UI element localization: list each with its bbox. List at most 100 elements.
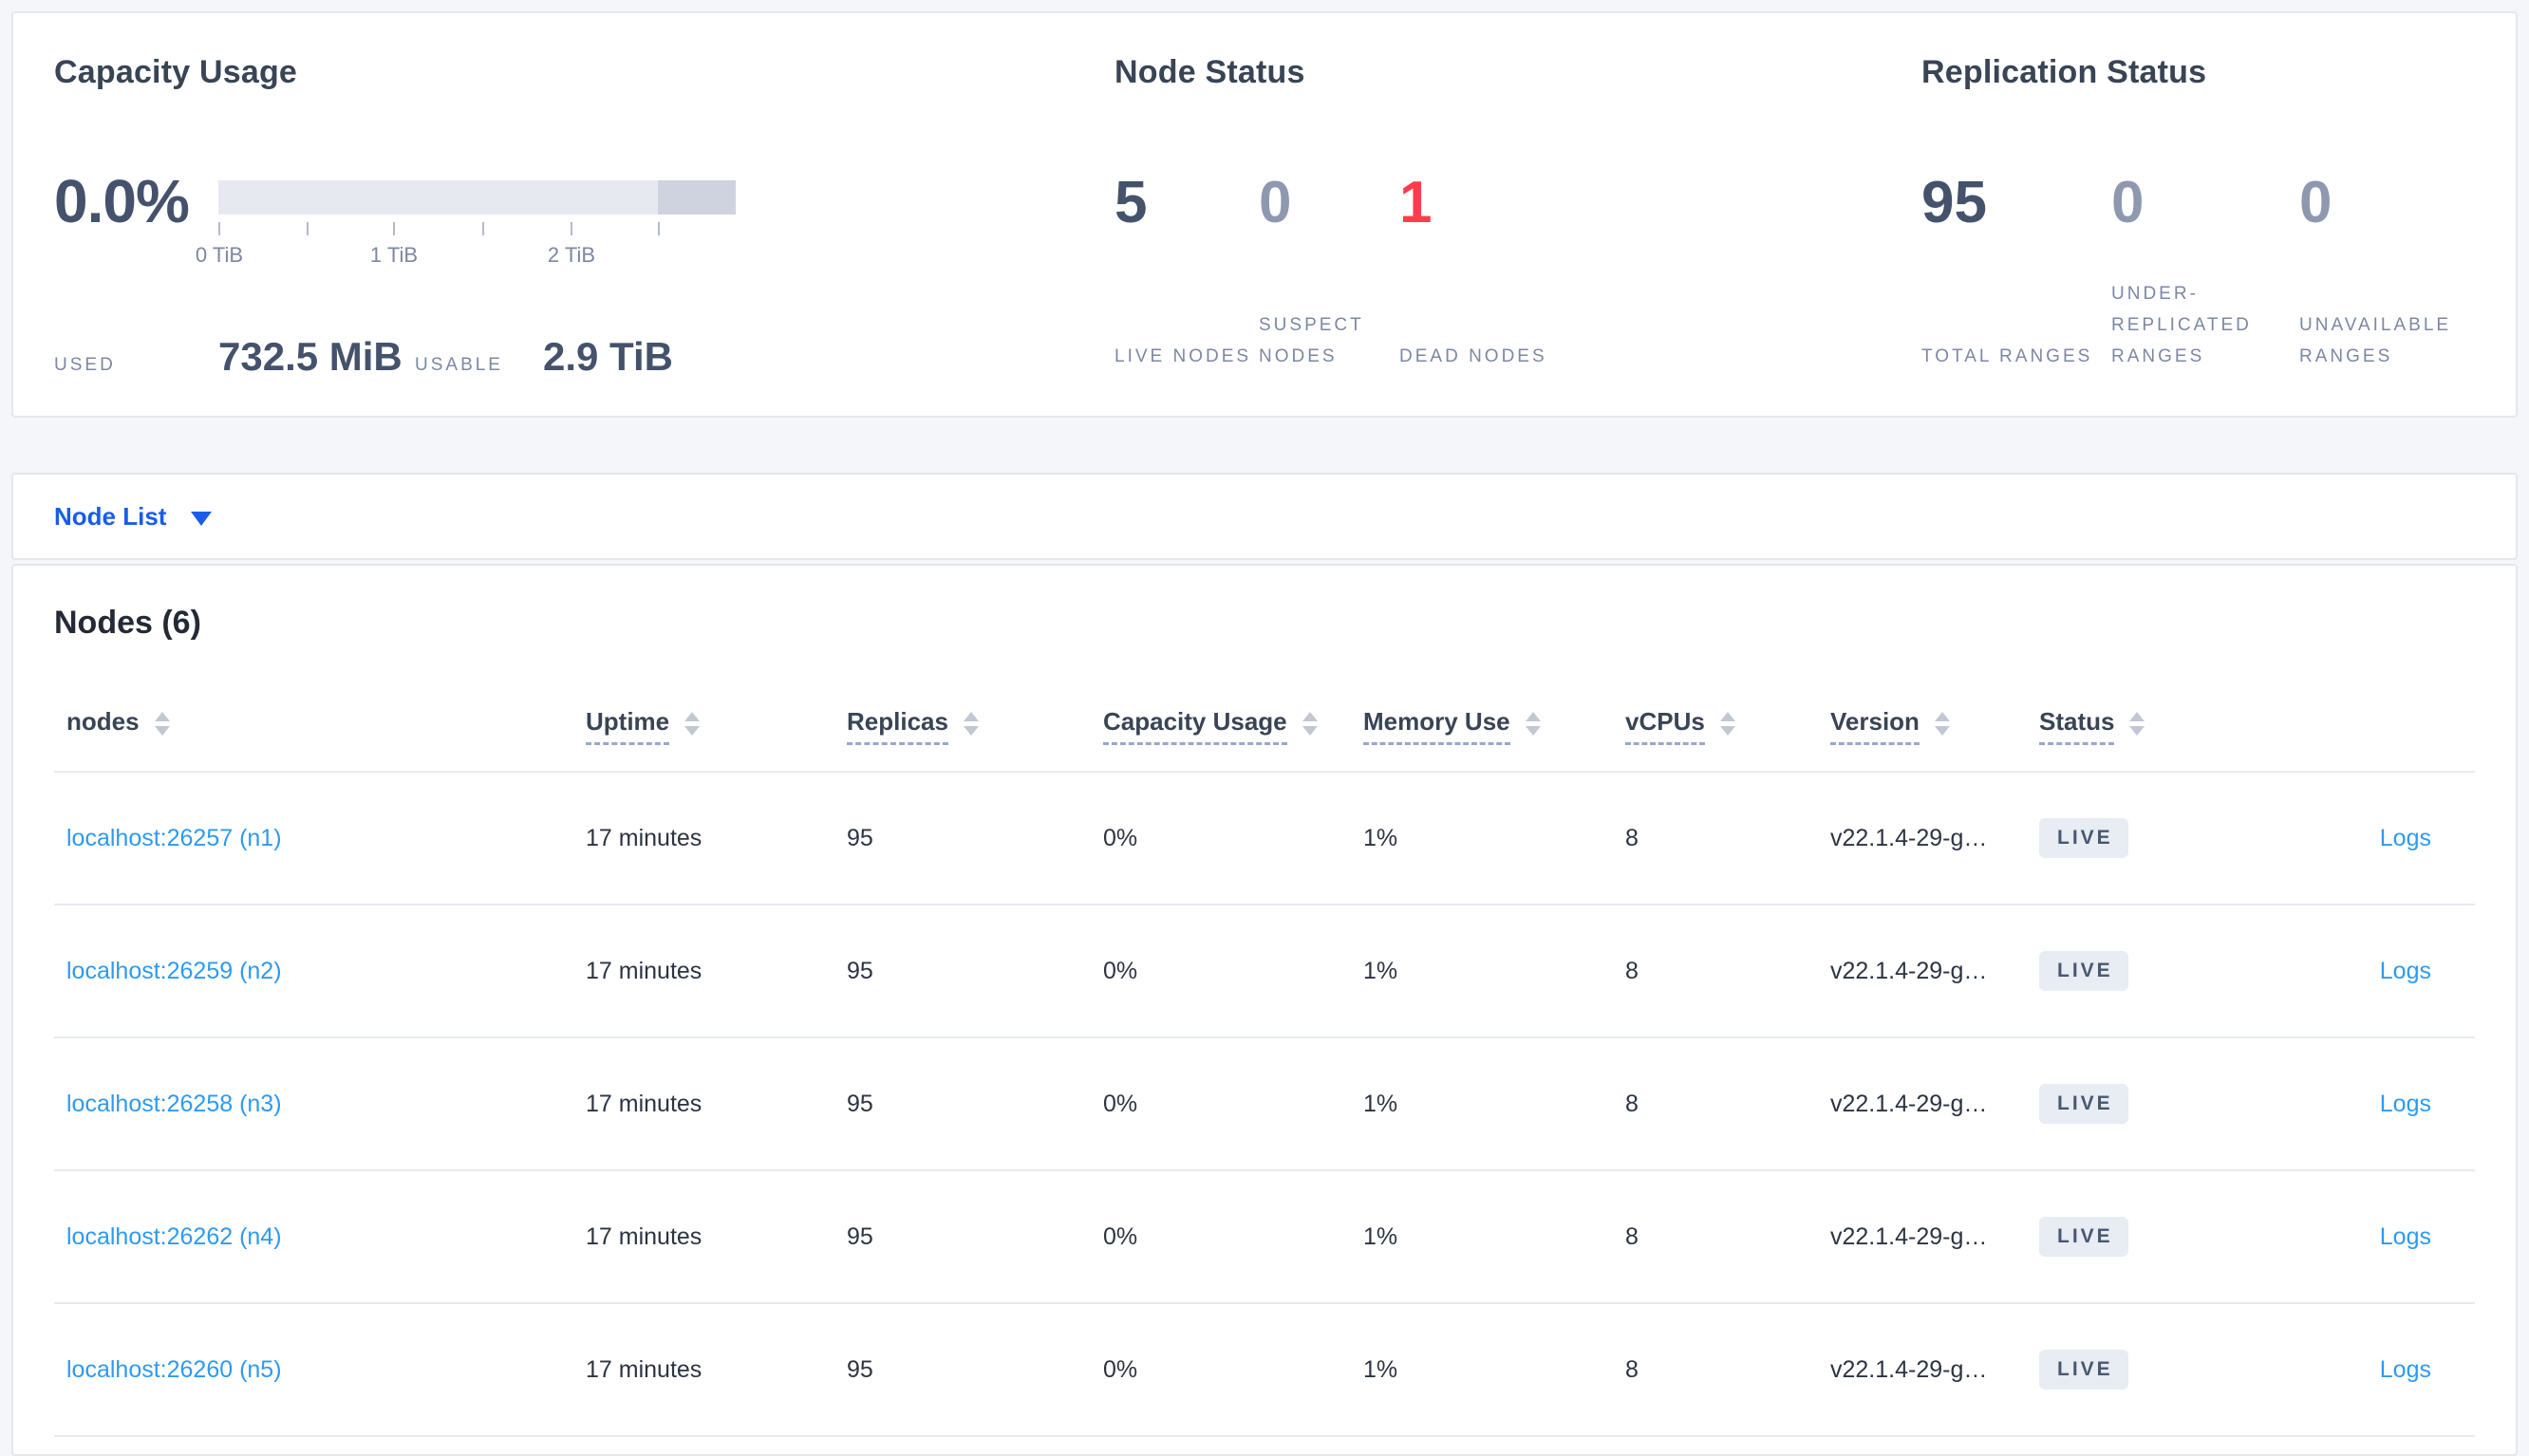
memory-use-cell: 1% bbox=[1363, 824, 1398, 851]
column-header-nodes[interactable]: nodes bbox=[54, 707, 586, 745]
logs-link[interactable]: Logs bbox=[2380, 1223, 2431, 1250]
version-cell: v22.1.4-29-g… bbox=[1830, 1223, 1988, 1250]
capacity-usage-cell: 0% bbox=[1103, 957, 1138, 984]
node-list-dropdown-label: Node List bbox=[54, 501, 167, 531]
vcpus-cell: 8 bbox=[1625, 1223, 1639, 1250]
logs-link[interactable]: Logs bbox=[2380, 1356, 2431, 1383]
used-label: USED bbox=[54, 355, 116, 375]
nodes-panel: Nodes (6) nodes Uptime Replicas Capacity… bbox=[11, 564, 2518, 1456]
dead-nodes-count: 1 bbox=[1399, 170, 1433, 235]
node-address-link[interactable]: localhost:26259 (n2) bbox=[66, 958, 282, 984]
column-header-label: vCPUs bbox=[1625, 707, 1705, 745]
node-address-link[interactable]: localhost:26258 (n3) bbox=[66, 1091, 282, 1117]
replicas-cell: 95 bbox=[847, 1355, 873, 1383]
table-row: localhost:26257 (n1) 17 minutes 95 0% 1%… bbox=[54, 773, 2475, 905]
status-badge: LIVE bbox=[2039, 1350, 2128, 1390]
table-row: localhost:26260 (n5) 17 minutes 95 0% 1%… bbox=[54, 1304, 2475, 1437]
logs-link[interactable]: Logs bbox=[2380, 1091, 2431, 1117]
uptime-cell: 17 minutes bbox=[586, 1355, 702, 1383]
column-header-label: nodes bbox=[66, 707, 140, 736]
replicas-cell: 95 bbox=[847, 1090, 873, 1117]
capacity-usage-cell: 0% bbox=[1103, 824, 1138, 851]
memory-use-cell: 1% bbox=[1363, 1355, 1398, 1383]
column-header-version[interactable]: Version bbox=[1830, 707, 2039, 745]
column-header-replicas[interactable]: Replicas bbox=[847, 707, 1103, 745]
unavailable-ranges-count: 0 bbox=[2299, 170, 2332, 235]
version-cell: v22.1.4-29-g… bbox=[1830, 1355, 1988, 1383]
dead-nodes-label: DEAD NODES bbox=[1399, 346, 1547, 366]
column-header-status[interactable]: Status bbox=[2039, 707, 2286, 745]
node-address-link[interactable]: localhost:26257 (n1) bbox=[66, 825, 282, 851]
used-value: 732.5 MiB bbox=[218, 334, 403, 379]
column-header-label: Memory Use bbox=[1363, 707, 1510, 745]
axis-tick bbox=[307, 222, 309, 235]
axis-tick bbox=[658, 222, 660, 235]
column-header-capacity-usage[interactable]: Capacity Usage bbox=[1103, 707, 1363, 745]
table-row: localhost:26262 (n4) 17 minutes 95 0% 1%… bbox=[54, 1171, 2475, 1304]
usable-label: USABLE bbox=[415, 355, 503, 375]
capacity-usage-cell: 0% bbox=[1103, 1090, 1138, 1117]
memory-use-cell: 1% bbox=[1363, 1090, 1398, 1117]
unavailable-ranges-label: UNAVAILABLE RANGES bbox=[2299, 315, 2452, 366]
sort-icon bbox=[154, 711, 170, 736]
replicas-cell: 95 bbox=[847, 957, 873, 984]
axis-tick-label: 1 TiB bbox=[369, 243, 419, 267]
status-badge: LIVE bbox=[2039, 1217, 2128, 1257]
table-row: localhost:26259 (n2) 17 minutes 95 0% 1%… bbox=[54, 905, 2475, 1038]
node-list-dropdown[interactable]: Node List bbox=[54, 501, 213, 532]
capacity-usage-section: Capacity Usage 0.0% 0 TiB 1 TiB 2 TiB US… bbox=[54, 13, 1108, 416]
version-cell: v22.1.4-29-g… bbox=[1830, 824, 1988, 851]
sort-icon bbox=[1934, 711, 1950, 736]
sort-icon bbox=[963, 711, 979, 736]
capacity-usage-cell: 0% bbox=[1103, 1223, 1138, 1250]
cluster-summary-card: Capacity Usage 0.0% 0 TiB 1 TiB 2 TiB US… bbox=[11, 11, 2518, 418]
column-header-label: Capacity Usage bbox=[1103, 707, 1287, 745]
column-header-label: Status bbox=[2039, 707, 2115, 745]
total-ranges-count: 95 bbox=[1921, 170, 1987, 235]
axis-tick bbox=[482, 222, 484, 235]
capacity-bar-nonusable-segment bbox=[658, 180, 736, 215]
capacity-usage-cell: 0% bbox=[1103, 1355, 1138, 1383]
sort-icon bbox=[2129, 711, 2145, 736]
logs-link[interactable]: Logs bbox=[2380, 958, 2431, 984]
total-ranges-label: TOTAL RANGES bbox=[1921, 346, 2093, 366]
vcpus-cell: 8 bbox=[1625, 1355, 1639, 1383]
column-header-uptime[interactable]: Uptime bbox=[586, 707, 847, 745]
column-header-memory-use[interactable]: Memory Use bbox=[1363, 707, 1625, 745]
capacity-usage-title: Capacity Usage bbox=[54, 54, 298, 90]
replication-status-section: Replication Status 95 0 0 TOTAL RANGES U… bbox=[1921, 13, 2510, 416]
status-badge: LIVE bbox=[2039, 818, 2128, 858]
live-nodes-count: 5 bbox=[1115, 170, 1148, 235]
nodes-table: nodes Uptime Replicas Capacity Usage Mem… bbox=[54, 681, 2475, 1437]
view-selector-bar: Node List bbox=[11, 473, 2518, 560]
nodes-section-title: Nodes (6) bbox=[54, 605, 201, 641]
replicas-cell: 95 bbox=[847, 824, 873, 851]
node-address-link[interactable]: localhost:26260 (n5) bbox=[66, 1356, 282, 1383]
version-cell: v22.1.4-29-g… bbox=[1830, 1090, 1988, 1117]
node-address-link[interactable]: localhost:26262 (n4) bbox=[66, 1223, 282, 1250]
replication-status-title: Replication Status bbox=[1921, 54, 2207, 90]
axis-tick bbox=[393, 222, 395, 235]
vcpus-cell: 8 bbox=[1625, 957, 1639, 984]
axis-tick bbox=[571, 222, 572, 235]
sort-icon bbox=[1525, 711, 1541, 736]
axis-tick-label: 2 TiB bbox=[547, 243, 596, 267]
logs-link[interactable]: Logs bbox=[2380, 825, 2431, 851]
memory-use-cell: 1% bbox=[1363, 957, 1398, 984]
memory-use-cell: 1% bbox=[1363, 1223, 1398, 1250]
capacity-usage-bar: 0 TiB 1 TiB 2 TiB bbox=[196, 180, 736, 275]
axis-tick-label: 0 TiB bbox=[195, 243, 244, 267]
suspect-nodes-label: SUSPECT NODES bbox=[1259, 315, 1364, 366]
capacity-bar-track bbox=[218, 180, 736, 215]
column-header-vcpus[interactable]: vCPUs bbox=[1625, 707, 1830, 745]
status-badge: LIVE bbox=[2039, 1084, 2128, 1124]
chevron-down-icon bbox=[191, 511, 213, 526]
column-header-label: Uptime bbox=[586, 707, 670, 745]
under-replicated-ranges-count: 0 bbox=[2111, 170, 2145, 235]
under-replicated-ranges-label: UNDER-REPLICATED RANGES bbox=[2111, 284, 2252, 366]
uptime-cell: 17 minutes bbox=[586, 824, 702, 851]
vcpus-cell: 8 bbox=[1625, 1090, 1639, 1117]
column-header-label: Version bbox=[1830, 707, 1920, 745]
column-header-label: Replicas bbox=[847, 707, 948, 745]
node-status-title: Node Status bbox=[1115, 54, 1305, 90]
